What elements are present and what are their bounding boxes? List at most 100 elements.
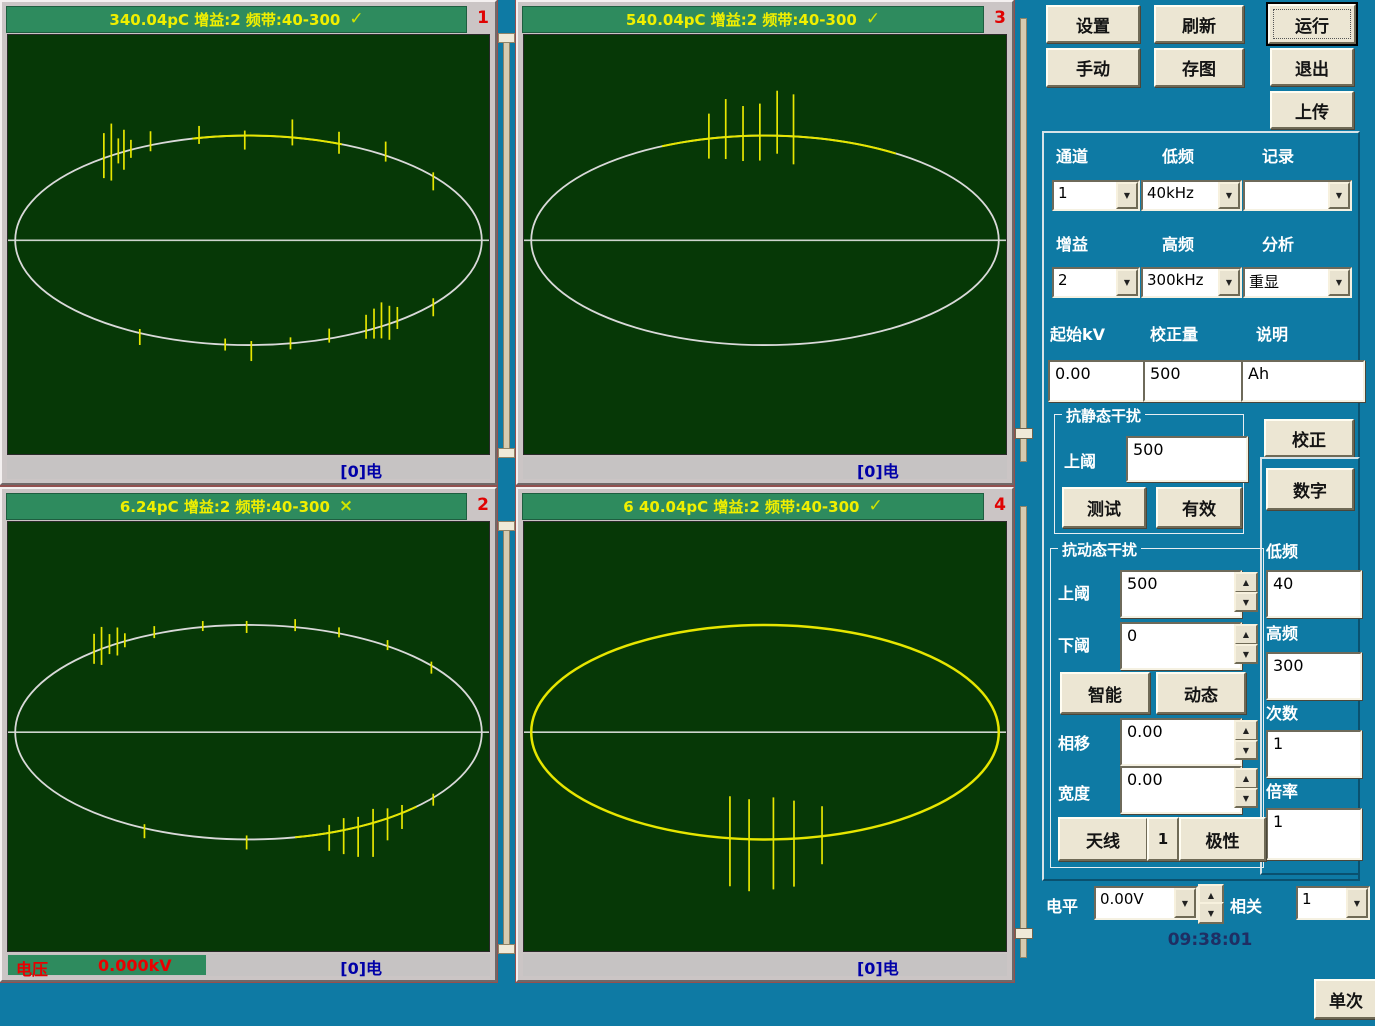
width-label: 宽度 bbox=[1058, 780, 1090, 804]
dynamic-lower-label: 下阈 bbox=[1058, 632, 1090, 656]
voltage-readout: 电压 0.000kV bbox=[8, 955, 206, 975]
static-upper-input[interactable]: 500 bbox=[1126, 436, 1248, 482]
cal-amount-input[interactable]: 500 bbox=[1143, 360, 1252, 402]
start-kv-input[interactable]: 0.00 bbox=[1048, 360, 1154, 402]
chevron-down-icon[interactable]: ▼ bbox=[1174, 888, 1196, 918]
spin-up-button[interactable]: ▲ bbox=[1234, 768, 1258, 789]
spin-down-button[interactable]: ▼ bbox=[1234, 740, 1258, 760]
status-text: [0]电 bbox=[340, 955, 382, 979]
width-input[interactable]: 0.00 bbox=[1120, 766, 1242, 814]
spin-down-button[interactable]: ▼ bbox=[1234, 592, 1258, 612]
gain-label: 增益 bbox=[1056, 231, 1088, 255]
panel-number-badge: 2 bbox=[477, 495, 489, 515]
panel-title-bar: 6 40.04pC 增益:2 频带:40-300 ✓ bbox=[522, 493, 984, 520]
panel-number-badge: 4 bbox=[994, 495, 1006, 515]
test-button[interactable]: 测试 bbox=[1062, 487, 1146, 528]
channel-value: 1 bbox=[1054, 182, 1116, 209]
gain-value: 2 bbox=[1054, 269, 1116, 296]
check-icon: ✓ bbox=[866, 11, 880, 28]
dynamic-button[interactable]: 动态 bbox=[1156, 672, 1246, 714]
panel-title: 6.24pC 增益:2 频带:40-300 bbox=[120, 496, 330, 517]
phase-shift-input[interactable]: 0.00 bbox=[1120, 718, 1242, 766]
digital-low-freq-label: 低频 bbox=[1266, 538, 1298, 562]
record-label: 记录 bbox=[1262, 143, 1294, 167]
gain-select[interactable]: 2 ▼ bbox=[1052, 267, 1140, 298]
save-image-button[interactable]: 存图 bbox=[1154, 48, 1244, 87]
count-input[interactable]: 1 bbox=[1266, 730, 1362, 778]
calibrate-button[interactable]: 校正 bbox=[1264, 419, 1354, 457]
start-kv-label: 起始kV bbox=[1050, 321, 1105, 345]
note-input[interactable]: Ah bbox=[1241, 360, 1365, 402]
single-shot-button[interactable]: 单次 bbox=[1314, 979, 1375, 1019]
spin-down-button[interactable]: ▼ bbox=[1198, 902, 1224, 924]
slider-cap bbox=[498, 521, 515, 531]
high-freq-select[interactable]: 300kHz ▼ bbox=[1141, 267, 1242, 298]
slider-thumb[interactable] bbox=[1015, 928, 1033, 939]
phase-shift-label: 相移 bbox=[1058, 730, 1090, 754]
status-text: [0]电 bbox=[857, 955, 899, 979]
note-label: 说明 bbox=[1256, 321, 1288, 345]
channel-select[interactable]: 1 ▼ bbox=[1052, 180, 1140, 211]
dynamic-lower-input[interactable]: 0 bbox=[1120, 622, 1242, 670]
upload-button[interactable]: 上传 bbox=[1270, 91, 1354, 129]
chevron-down-icon[interactable]: ▼ bbox=[1328, 182, 1350, 209]
dynamic-upper-input[interactable]: 500 bbox=[1120, 570, 1242, 618]
panel-status-bar: [0]电 bbox=[523, 457, 1007, 479]
ratio-label: 倍率 bbox=[1266, 778, 1298, 802]
anti-dynamic-title: 抗动态干扰 bbox=[1058, 539, 1141, 560]
pd-panel-1: 340.04pC 增益:2 频带:40-300 ✓ 1 [0]电 bbox=[0, 0, 497, 485]
chevron-down-icon[interactable]: ▼ bbox=[1218, 182, 1240, 209]
valid-button[interactable]: 有效 bbox=[1156, 487, 1242, 528]
antenna-count-box[interactable]: 1 bbox=[1147, 817, 1179, 861]
gain-slider-track[interactable] bbox=[503, 34, 510, 458]
chevron-down-icon[interactable]: ▼ bbox=[1346, 888, 1368, 918]
slider-cap bbox=[498, 33, 515, 43]
spin-down-button[interactable]: ▼ bbox=[1234, 644, 1258, 664]
chevron-down-icon[interactable]: ▼ bbox=[1116, 182, 1138, 209]
spin-up-button[interactable]: ▲ bbox=[1234, 624, 1258, 645]
chevron-down-icon[interactable]: ▼ bbox=[1328, 269, 1350, 296]
exit-button[interactable]: 退出 bbox=[1270, 48, 1354, 86]
related-value: 1 bbox=[1298, 888, 1346, 918]
chevron-down-icon[interactable]: ▼ bbox=[1218, 269, 1240, 296]
pd-ellipse-plot bbox=[523, 521, 1007, 952]
antenna-button[interactable]: 天线 bbox=[1058, 817, 1148, 861]
slider-cap bbox=[498, 944, 515, 954]
panel-title-bar: 340.04pC 增益:2 频带:40-300 ✓ bbox=[6, 6, 467, 33]
spin-down-button[interactable]: ▼ bbox=[1234, 788, 1258, 808]
run-button[interactable]: 运行 bbox=[1268, 4, 1356, 44]
spin-up-button[interactable]: ▲ bbox=[1234, 572, 1258, 593]
level-select[interactable]: 0.00V ▼ bbox=[1094, 886, 1198, 920]
record-select[interactable]: ▼ bbox=[1243, 180, 1352, 211]
spin-up-button[interactable]: ▲ bbox=[1234, 720, 1258, 741]
gain-slider-track[interactable] bbox=[1020, 18, 1027, 462]
gain-slider-track[interactable] bbox=[503, 522, 510, 950]
dynamic-upper-label: 上阈 bbox=[1058, 580, 1090, 604]
high-freq-value: 300kHz bbox=[1143, 269, 1218, 296]
panel-status-bar: [0]电 bbox=[523, 954, 1007, 976]
low-freq-select[interactable]: 40kHz ▼ bbox=[1141, 180, 1242, 211]
panel-title: 6 40.04pC 增益:2 频带:40-300 bbox=[623, 496, 859, 517]
digital-low-freq-input[interactable]: 40 bbox=[1266, 570, 1362, 618]
polarity-button[interactable]: 极性 bbox=[1179, 817, 1266, 861]
pd-ellipse-plot bbox=[7, 521, 490, 952]
manual-button[interactable]: 手动 bbox=[1046, 48, 1140, 87]
slider-cap bbox=[498, 448, 515, 458]
cross-icon: × bbox=[339, 498, 353, 515]
digital-high-freq-input[interactable]: 300 bbox=[1266, 652, 1362, 700]
smart-button[interactable]: 智能 bbox=[1060, 672, 1150, 714]
panel-number-badge: 3 bbox=[994, 8, 1006, 28]
ratio-input[interactable]: 1 bbox=[1266, 808, 1362, 860]
panel-status-bar: [0]电 bbox=[7, 457, 490, 479]
related-select[interactable]: 1 ▼ bbox=[1296, 886, 1370, 920]
digital-button[interactable]: 数字 bbox=[1266, 468, 1354, 510]
analysis-select[interactable]: 重显 ▼ bbox=[1243, 267, 1352, 298]
chevron-down-icon[interactable]: ▼ bbox=[1116, 269, 1138, 296]
refresh-button[interactable]: 刷新 bbox=[1154, 5, 1244, 43]
gain-slider-track[interactable] bbox=[1020, 506, 1027, 958]
settings-button[interactable]: 设置 bbox=[1046, 5, 1140, 43]
pd-panel-3: 6.24pC 增益:2 频带:40-300 × 2 电压 0.000kV [0]… bbox=[0, 487, 497, 982]
slider-thumb[interactable] bbox=[1015, 428, 1033, 439]
channel-label: 通道 bbox=[1056, 143, 1088, 167]
status-text: [0]电 bbox=[340, 458, 382, 482]
